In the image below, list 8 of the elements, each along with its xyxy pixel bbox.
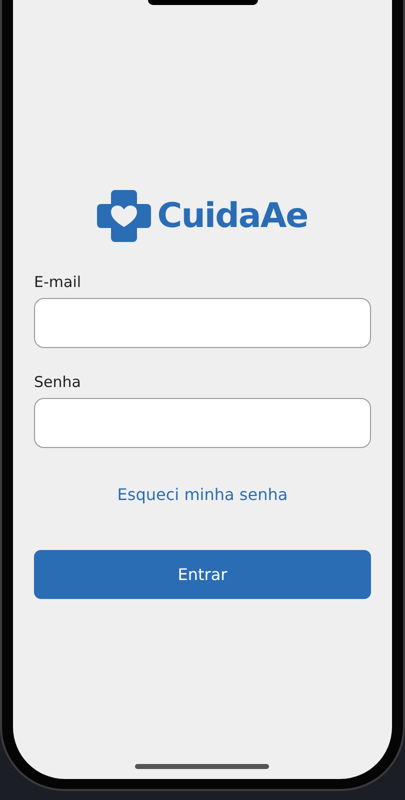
cross-heart-icon — [97, 190, 152, 242]
input-field[interactable] — [34, 298, 371, 348]
field-label: E-mail — [34, 272, 82, 292]
login-button[interactable]: Entrar — [34, 550, 371, 599]
forgot-password-link[interactable]: Esqueci minha senha — [117, 484, 288, 506]
field-label: Senha — [34, 372, 82, 392]
input-field[interactable] — [34, 398, 371, 448]
logo-text: CuidaAe — [157, 196, 308, 236]
